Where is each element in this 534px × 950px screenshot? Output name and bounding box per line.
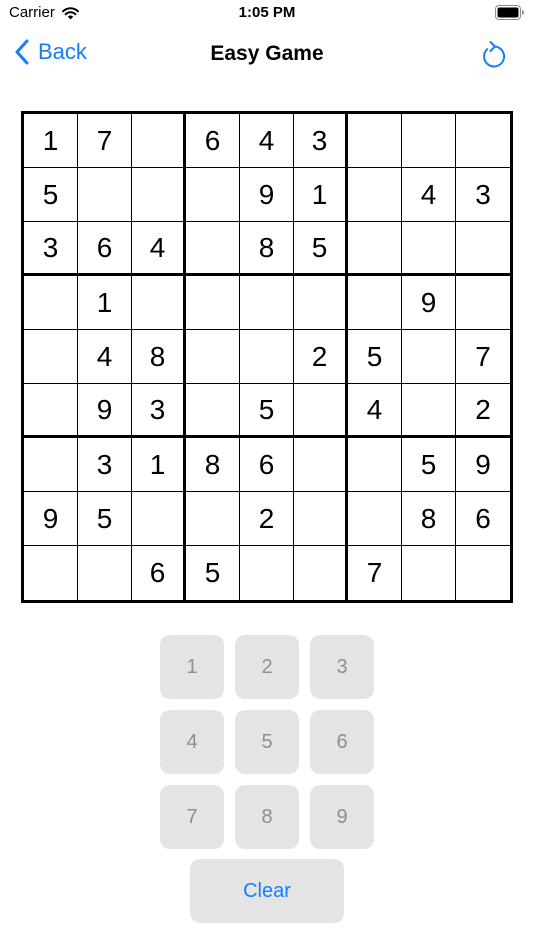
sudoku-cell[interactable]: 4 (132, 222, 186, 276)
sudoku-cell[interactable] (402, 546, 456, 600)
sudoku-cell[interactable]: 6 (132, 546, 186, 600)
status-bar: Carrier 1:05 PM (0, 0, 534, 28)
sudoku-cell[interactable] (186, 222, 240, 276)
sudoku-cell[interactable]: 5 (294, 222, 348, 276)
sudoku-cell[interactable]: 2 (240, 492, 294, 546)
status-time: 1:05 PM (238, 4, 296, 21)
sudoku-cell[interactable] (78, 546, 132, 600)
sudoku-cell[interactable] (240, 276, 294, 330)
sudoku-cell[interactable]: 9 (402, 276, 456, 330)
sudoku-cell[interactable]: 2 (456, 384, 510, 438)
sudoku-cell[interactable]: 4 (402, 168, 456, 222)
number-key-6[interactable]: 6 (310, 710, 374, 774)
sudoku-cell[interactable]: 4 (78, 330, 132, 384)
sudoku-cell[interactable] (186, 330, 240, 384)
sudoku-cell[interactable] (24, 546, 78, 600)
sudoku-cell[interactable] (24, 276, 78, 330)
sudoku-cell[interactable] (348, 114, 402, 168)
number-key-1[interactable]: 1 (160, 635, 224, 699)
sudoku-cell[interactable] (240, 330, 294, 384)
sudoku-cell[interactable]: 5 (24, 168, 78, 222)
page-title: Easy Game (210, 42, 324, 65)
sudoku-cell[interactable]: 9 (24, 492, 78, 546)
sudoku-cell[interactable]: 1 (78, 276, 132, 330)
sudoku-cell[interactable]: 8 (240, 222, 294, 276)
sudoku-cell[interactable]: 5 (348, 330, 402, 384)
sudoku-cell[interactable] (294, 438, 348, 492)
sudoku-cell[interactable]: 6 (78, 222, 132, 276)
sudoku-cell[interactable]: 3 (294, 114, 348, 168)
sudoku-cell[interactable] (294, 384, 348, 438)
sudoku-cell[interactable]: 8 (132, 330, 186, 384)
sudoku-cell[interactable]: 9 (78, 384, 132, 438)
sudoku-cell[interactable]: 1 (132, 438, 186, 492)
number-key-3[interactable]: 3 (310, 635, 374, 699)
sudoku-cell[interactable]: 3 (132, 384, 186, 438)
sudoku-cell[interactable] (294, 492, 348, 546)
sudoku-cell[interactable] (402, 384, 456, 438)
sudoku-cell[interactable] (348, 168, 402, 222)
sudoku-cell[interactable] (294, 546, 348, 600)
sudoku-cell[interactable] (240, 546, 294, 600)
sudoku-cell[interactable]: 5 (402, 438, 456, 492)
sudoku-cell[interactable]: 3 (456, 168, 510, 222)
number-key-7[interactable]: 7 (160, 785, 224, 849)
number-key-8[interactable]: 8 (235, 785, 299, 849)
sudoku-cell[interactable] (348, 222, 402, 276)
battery-icon (495, 5, 524, 20)
sudoku-cell[interactable]: 9 (240, 168, 294, 222)
sudoku-cell[interactable] (24, 384, 78, 438)
sudoku-cell[interactable]: 8 (402, 492, 456, 546)
sudoku-cell[interactable] (78, 168, 132, 222)
sudoku-cell[interactable]: 3 (78, 438, 132, 492)
sudoku-cell[interactable] (186, 276, 240, 330)
sudoku-cell[interactable] (24, 330, 78, 384)
sudoku-cell[interactable]: 4 (348, 384, 402, 438)
number-key-2[interactable]: 2 (235, 635, 299, 699)
sudoku-cell[interactable] (456, 276, 510, 330)
number-pad: 123 456 789 (160, 635, 374, 849)
sudoku-cell[interactable] (132, 276, 186, 330)
sudoku-cell[interactable]: 5 (78, 492, 132, 546)
sudoku-cell[interactable]: 5 (186, 546, 240, 600)
sudoku-cell[interactable]: 5 (240, 384, 294, 438)
sudoku-cell[interactable] (456, 546, 510, 600)
sudoku-cell[interactable] (24, 438, 78, 492)
sudoku-cell[interactable] (456, 222, 510, 276)
number-key-4[interactable]: 4 (160, 710, 224, 774)
sudoku-cell[interactable]: 1 (294, 168, 348, 222)
sudoku-cell[interactable]: 7 (348, 546, 402, 600)
navigation-bar: Back Easy Game (0, 30, 534, 80)
number-key-5[interactable]: 5 (235, 710, 299, 774)
sudoku-cell[interactable] (132, 114, 186, 168)
sudoku-cell[interactable]: 3 (24, 222, 78, 276)
sudoku-board: 1764359143364851948257935423186599528665… (21, 111, 513, 603)
clear-button[interactable]: Clear (190, 859, 344, 923)
refresh-icon[interactable] (479, 39, 507, 71)
sudoku-cell[interactable]: 7 (78, 114, 132, 168)
sudoku-cell[interactable]: 9 (456, 438, 510, 492)
sudoku-cell[interactable] (348, 276, 402, 330)
sudoku-cell[interactable] (294, 276, 348, 330)
sudoku-cell[interactable]: 2 (294, 330, 348, 384)
sudoku-cell[interactable] (456, 114, 510, 168)
sudoku-cell[interactable] (402, 330, 456, 384)
number-key-9[interactable]: 9 (310, 785, 374, 849)
sudoku-cell[interactable] (132, 492, 186, 546)
sudoku-cell[interactable] (132, 168, 186, 222)
sudoku-cell[interactable]: 1 (24, 114, 78, 168)
sudoku-cell[interactable] (402, 114, 456, 168)
sudoku-cell[interactable] (186, 384, 240, 438)
sudoku-cell[interactable] (186, 168, 240, 222)
sudoku-cell[interactable] (186, 492, 240, 546)
sudoku-cell[interactable] (402, 222, 456, 276)
sudoku-cell[interactable]: 4 (240, 114, 294, 168)
sudoku-cell[interactable]: 6 (456, 492, 510, 546)
sudoku-cell[interactable]: 7 (456, 330, 510, 384)
sudoku-cell[interactable]: 8 (186, 438, 240, 492)
sudoku-cell[interactable] (348, 492, 402, 546)
sudoku-cell[interactable]: 6 (240, 438, 294, 492)
sudoku-cell[interactable]: 6 (186, 114, 240, 168)
sudoku-cell[interactable] (348, 438, 402, 492)
